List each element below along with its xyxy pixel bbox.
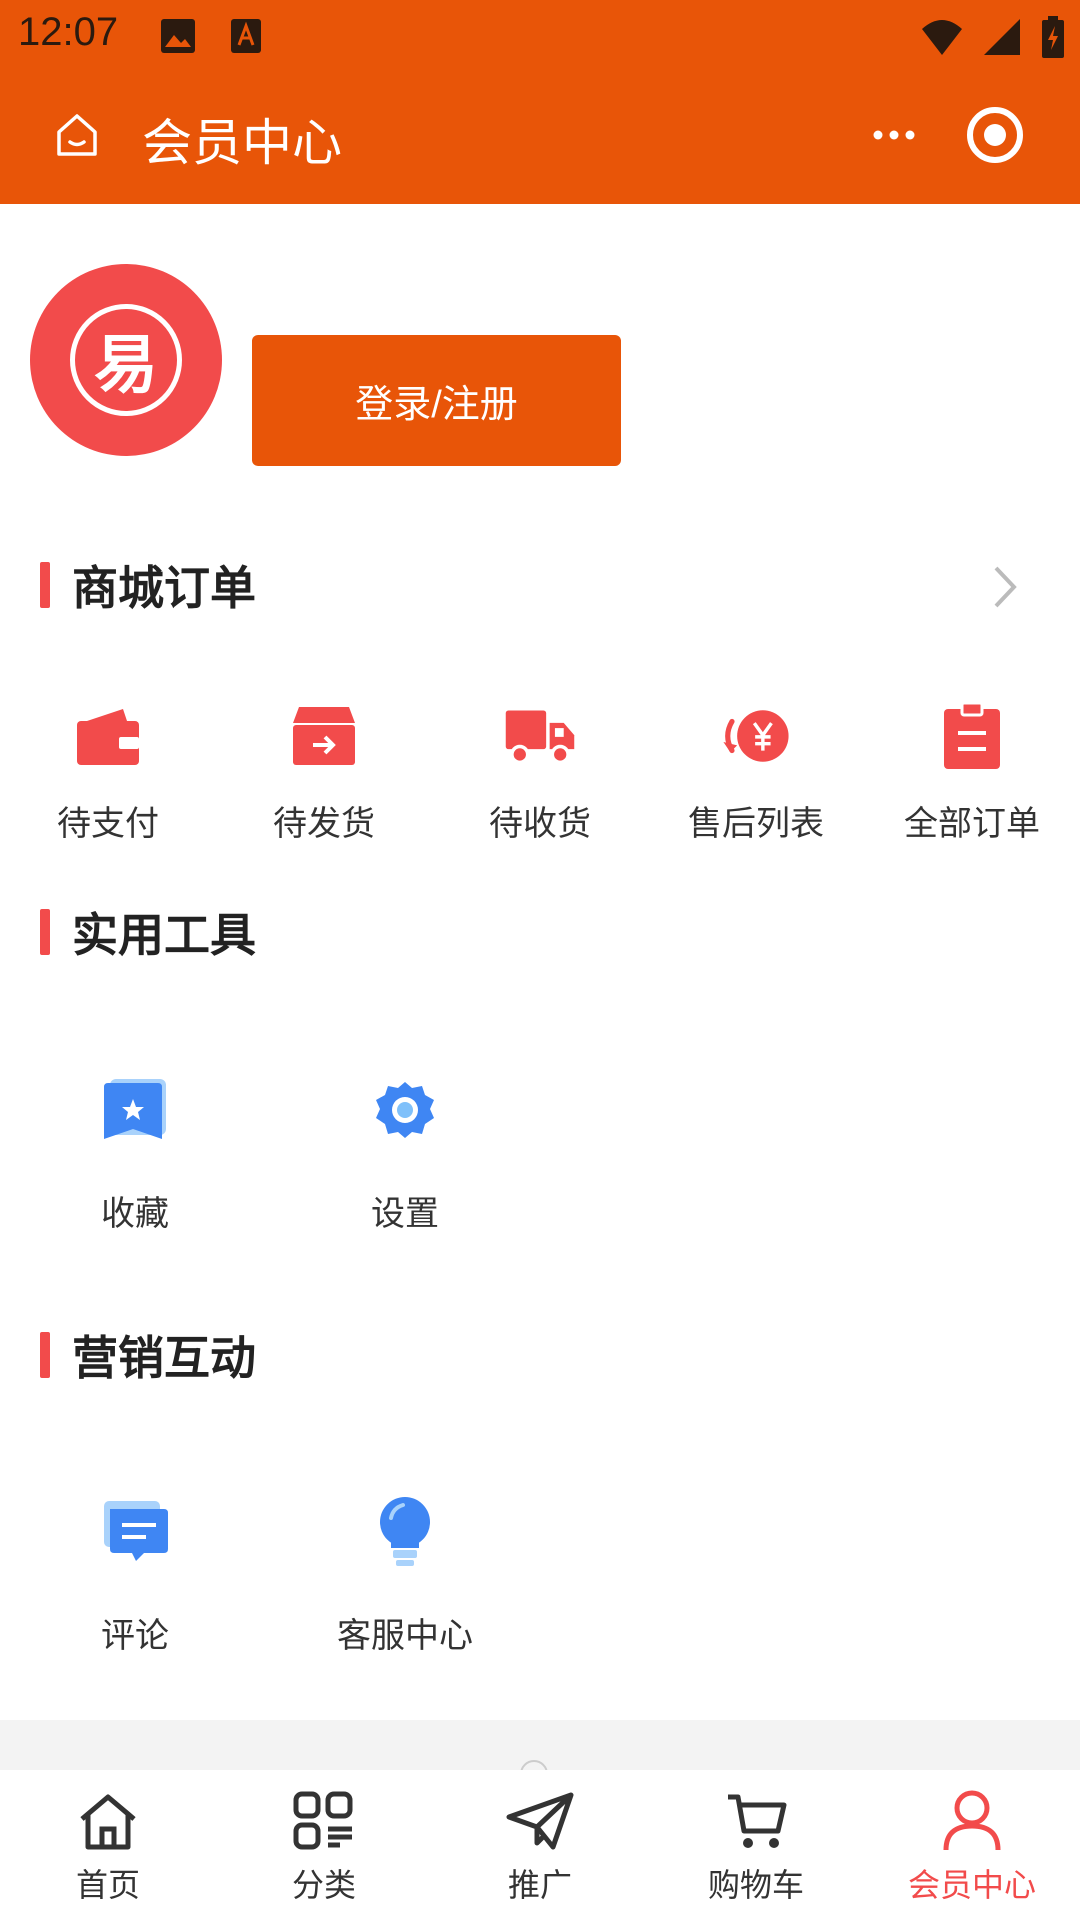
- truck-icon: [505, 710, 575, 765]
- battery-icon: [1042, 16, 1064, 58]
- tool-customer-service[interactable]: 客服中心: [270, 1492, 540, 1657]
- clipboard-icon: [944, 701, 1000, 769]
- font-a-icon: [231, 19, 261, 53]
- photo-icon: [161, 19, 195, 53]
- page-title: 会员中心: [142, 115, 342, 171]
- app-header: 会员中心: [0, 75, 1080, 204]
- order-item-to-receive[interactable]: 待收货: [432, 700, 648, 850]
- tool-label: 客服中心: [337, 1616, 473, 1656]
- tab-member-center[interactable]: 会员中心: [864, 1770, 1080, 1920]
- section-bar: [40, 562, 50, 608]
- avatar-logo: 易: [70, 304, 182, 416]
- section-title-tools: 实用工具: [72, 908, 256, 962]
- tool-favorites[interactable]: 收藏: [0, 1070, 270, 1235]
- close-capsule-icon[interactable]: [965, 105, 1025, 165]
- yen-refund-icon: [723, 710, 789, 762]
- comment-icon: [104, 1501, 168, 1561]
- more-icon[interactable]: [870, 120, 918, 150]
- section-bar: [40, 1332, 50, 1378]
- status-right-icons: [920, 12, 1066, 62]
- section-title-orders: 商城订单: [72, 561, 256, 615]
- login-register-button[interactable]: 登录/注册: [252, 335, 621, 466]
- section-marketing-header: 营销互动: [40, 1330, 256, 1385]
- tool-label: 评论: [101, 1616, 169, 1656]
- tool-label: 设置: [371, 1194, 439, 1234]
- tool-comments[interactable]: 评论: [0, 1492, 270, 1657]
- order-item-label: 待收货: [489, 804, 591, 844]
- chevron-right-icon[interactable]: [990, 562, 1020, 612]
- order-item-all-orders[interactable]: 全部订单: [864, 700, 1080, 850]
- top-bar: 12:07 会员中心: [0, 0, 1080, 204]
- tab-label: 会员中心: [907, 1866, 1036, 1904]
- order-status-row: 待支付 待发货 待收货 售后列表 全部订单: [0, 700, 1080, 850]
- category-icon: [293, 1791, 353, 1850]
- order-item-label: 待发货: [273, 804, 375, 844]
- bottom-tab-bar: 首页 分类 推广 购物车 会员中心: [0, 1770, 1080, 1920]
- user-icon: [943, 1790, 1001, 1851]
- section-orders-header[interactable]: 商城订单: [40, 560, 256, 615]
- order-item-pending-payment[interactable]: 待支付: [0, 700, 216, 850]
- tab-label: 首页: [75, 1866, 140, 1904]
- tab-label: 推广: [507, 1866, 572, 1904]
- order-item-to-ship[interactable]: 待发货: [216, 700, 432, 850]
- order-item-label: 售后列表: [688, 804, 824, 844]
- tab-label: 购物车: [707, 1866, 804, 1904]
- box-arrow-icon: [293, 707, 355, 765]
- home-icon[interactable]: [52, 110, 102, 160]
- paper-plane-icon: [506, 1792, 574, 1850]
- section-title-marketing: 营销互动: [72, 1331, 256, 1385]
- status-time: 12:07: [18, 10, 119, 54]
- order-item-after-sales[interactable]: 售后列表: [648, 700, 864, 850]
- tab-home[interactable]: 首页: [0, 1770, 216, 1920]
- star-bookmark-icon: [104, 1079, 166, 1139]
- tab-category[interactable]: 分类: [216, 1770, 432, 1920]
- tab-cart[interactable]: 购物车: [648, 1770, 864, 1920]
- lightbulb-icon: [380, 1497, 430, 1566]
- tab-promotion[interactable]: 推广: [432, 1770, 648, 1920]
- cart-icon: [728, 1794, 787, 1848]
- section-bar: [40, 909, 50, 955]
- tab-label: 分类: [291, 1866, 356, 1904]
- avatar[interactable]: 易: [30, 264, 222, 456]
- gear-icon: [376, 1082, 434, 1138]
- wifi-icon: [922, 20, 962, 55]
- status-bar: 12:07: [0, 0, 1080, 75]
- wallet-icon: [77, 709, 139, 765]
- avatar-char: 易: [94, 328, 158, 403]
- tool-label: 收藏: [101, 1194, 169, 1234]
- footer-strip: [0, 1720, 1080, 1788]
- tool-settings[interactable]: 设置: [270, 1070, 540, 1235]
- order-item-label: 全部订单: [904, 804, 1040, 844]
- order-item-label: 待支付: [57, 804, 159, 844]
- section-tools-header: 实用工具: [40, 907, 256, 962]
- home-icon: [80, 1794, 136, 1850]
- signal-icon: [984, 19, 1020, 55]
